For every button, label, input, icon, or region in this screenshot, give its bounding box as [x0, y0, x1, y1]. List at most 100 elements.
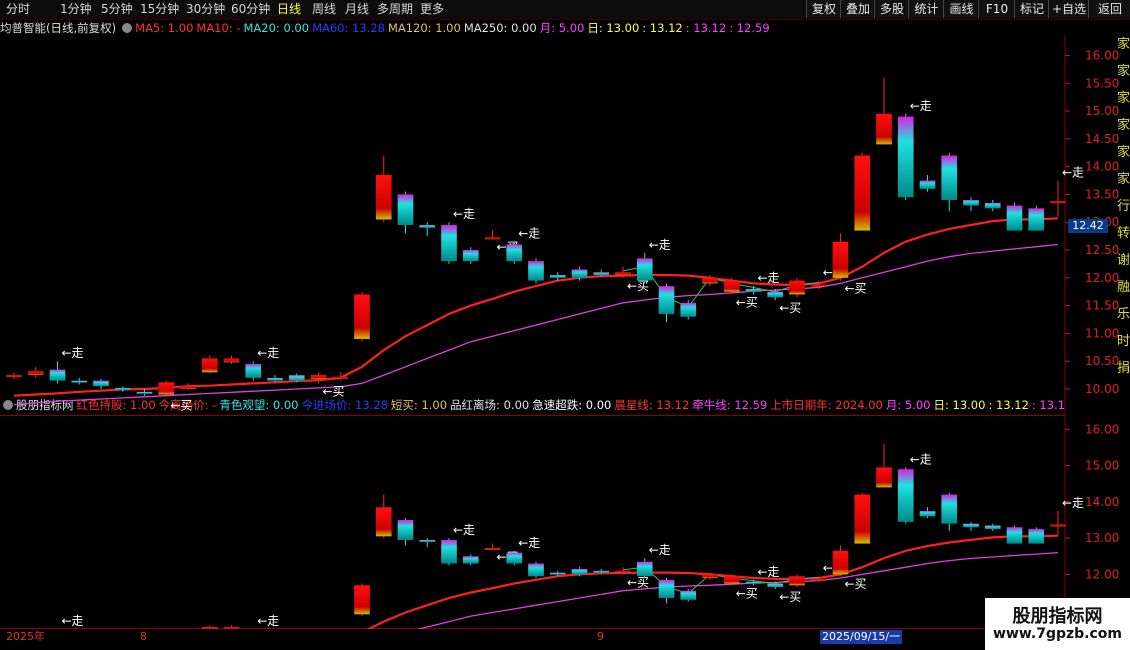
- period-tab-3[interactable]: 15分钟: [140, 1, 179, 18]
- main-candle-body-17: [375, 174, 392, 220]
- main-candle-body-42: [919, 180, 936, 189]
- time-label-year: 2025年: [6, 630, 45, 643]
- main-tick-label-12: 10.00: [1085, 382, 1119, 396]
- right-strip-char-0: 家: [1117, 36, 1130, 52]
- main-signal-34: ←走: [758, 271, 780, 285]
- watermark-logo: 股朋指标网 www.7gpzb.com: [985, 598, 1130, 650]
- period-tab-8[interactable]: 月线: [345, 1, 369, 18]
- main-candle-body-24: [528, 261, 544, 281]
- main-candle-body-29: [636, 258, 653, 281]
- main-tick-label-9: 11.50: [1085, 299, 1119, 313]
- main-indicator-9: : 13.12: [685, 21, 727, 35]
- main-candle-body-23: [506, 244, 523, 262]
- period-toolbar: 分时 1分钟 5分钟 15分钟 30分钟 60分钟 日线 周线 月线 多周期 更多 复权 叠加 多股 统计画…: [0, 0, 1130, 20]
- period-tab-1[interactable]: 1分钟: [60, 1, 92, 18]
- sub-candle-body-48: [1050, 524, 1066, 527]
- sub-candle-body-39: [854, 494, 871, 544]
- main-candle-body-14: [310, 375, 327, 379]
- collapse-icon[interactable]: [122, 23, 133, 33]
- sub-signal-28: ←买: [627, 575, 649, 589]
- sub-candle-body-23: [506, 552, 523, 564]
- right-strip-char-12: 捐: [1117, 361, 1130, 376]
- time-label-date: 2025/09/15/一: [820, 630, 903, 644]
- sub-signal-2: ←走: [62, 614, 84, 628]
- main-indicator-4: MA120: 1.00: [387, 21, 461, 35]
- sub-candle-body-34: [745, 581, 762, 584]
- right-strip-char-1: 家: [1117, 63, 1130, 79]
- main-indicator-0: MA5: 1.00: [135, 21, 194, 35]
- sub-candle-body-18: [397, 520, 414, 540]
- toolbar-button-4[interactable]: 画线: [943, 0, 979, 18]
- sub-candle-body-41: [897, 469, 914, 522]
- main-signal-14: ←买: [323, 384, 345, 398]
- sub-signal-33: ←买: [736, 586, 758, 600]
- main-candle-body-35: [767, 291, 784, 298]
- sub-candle-body-35: [767, 583, 784, 588]
- period-tab-7[interactable]: 周线: [312, 1, 336, 18]
- toolbar-button-3[interactable]: 统计: [908, 0, 944, 18]
- main-candle-body-8: [180, 386, 196, 389]
- main-candle-body-13: [288, 375, 305, 381]
- main-signal-41: ←走: [910, 99, 932, 113]
- main-legend: 均普智能(日线,前复权) MA5: 1.00 MA10: - MA20: 0.00 MA…: [0, 20, 1065, 36]
- toolbar-button-5[interactable]: F10: [978, 0, 1015, 18]
- main-signal-7: ←买: [170, 398, 192, 412]
- main-candle-body-37: [810, 284, 827, 287]
- main-candle-body-38: [832, 241, 849, 278]
- toolbar-button-0[interactable]: 复权: [806, 0, 841, 18]
- sub-candle-body-28: [615, 570, 631, 573]
- main-tick-label-8: 12.00: [1085, 271, 1119, 285]
- right-strip-char-11: 时: [1117, 334, 1130, 349]
- main-signal-38: ←买: [845, 282, 867, 296]
- period-tab-4[interactable]: 30分钟: [186, 1, 225, 18]
- period-tab-0[interactable]: 分时: [6, 1, 30, 18]
- sub-candle-body-40: [876, 467, 892, 488]
- main-candle-body-9: [201, 358, 218, 373]
- main-candle-body-2: [49, 369, 66, 381]
- right-strip-char-7: 转: [1117, 226, 1130, 241]
- main-tick-label-3: 14.50: [1085, 132, 1119, 146]
- sub-tick-label-1: 15.00: [1085, 459, 1119, 473]
- main-tick-label-7: 12.50: [1085, 243, 1119, 257]
- toolbar-button-2[interactable]: 多股: [874, 0, 909, 18]
- sub-kline-chart[interactable]: 16.0015.0014.0013.0012.0011.00←走←买←走←买←走…: [0, 413, 1130, 629]
- sub-candle-body-10: [223, 627, 240, 629]
- sub-signal-41: ←走: [910, 452, 932, 466]
- main-candle-body-32: [702, 277, 718, 284]
- period-tab-9[interactable]: 多周期: [377, 1, 413, 18]
- main-tick-label-10: 11.00: [1085, 326, 1119, 340]
- main-indicator-8: : 13.12: [642, 21, 683, 35]
- toolbar-button-8[interactable]: 返回: [1088, 0, 1130, 18]
- main-candle-body-1: [27, 371, 44, 376]
- right-strip-char-8: 谢: [1117, 252, 1130, 268]
- period-tab-2[interactable]: 5分钟: [101, 1, 133, 18]
- sub-candle-body-9: [201, 627, 218, 629]
- main-candle-body-48: [1050, 201, 1066, 204]
- period-tab-6[interactable]: 日线: [277, 1, 301, 18]
- period-tab-5[interactable]: 60分钟: [231, 1, 270, 18]
- main-signal-48: ←走: [1062, 166, 1084, 180]
- right-strip-char-10: 乐: [1117, 307, 1130, 322]
- period-tab-10[interactable]: 更多: [420, 1, 444, 18]
- sub-candle-body-27: [593, 570, 610, 573]
- main-candle-body-44: [963, 199, 979, 206]
- sub-signal-35: ←买: [779, 590, 801, 604]
- sub-candle-body-29: [636, 561, 653, 577]
- right-strip-char-3: 家: [1117, 117, 1130, 133]
- main-signal-33: ←买: [736, 295, 758, 309]
- sub-candle-body-17: [375, 507, 392, 537]
- main-indicator-3: MA60: 13.28: [312, 21, 385, 35]
- sub-candle-body-31: [680, 590, 697, 600]
- sub-signal-20: ←走: [453, 523, 475, 537]
- toolbar-button-1[interactable]: 叠加: [840, 0, 875, 18]
- sub-tick-label-0: 16.00: [1085, 422, 1119, 436]
- toolbar-button-6[interactable]: 标记: [1014, 0, 1049, 18]
- toolbar-button-7[interactable]: +自选: [1048, 0, 1089, 18]
- sub-candle-body-32: [702, 574, 718, 579]
- main-candle-body-41: [897, 116, 914, 198]
- main-tick-label-4: 14.00: [1085, 160, 1119, 174]
- sub-tick-label-2: 14.00: [1085, 495, 1119, 509]
- sub-signal-38: ←买: [845, 577, 867, 591]
- main-kline-chart[interactable]: 16.0015.5015.0014.5014.0013.5013.0012.50…: [0, 36, 1130, 416]
- main-candle-body-46: [1006, 205, 1023, 231]
